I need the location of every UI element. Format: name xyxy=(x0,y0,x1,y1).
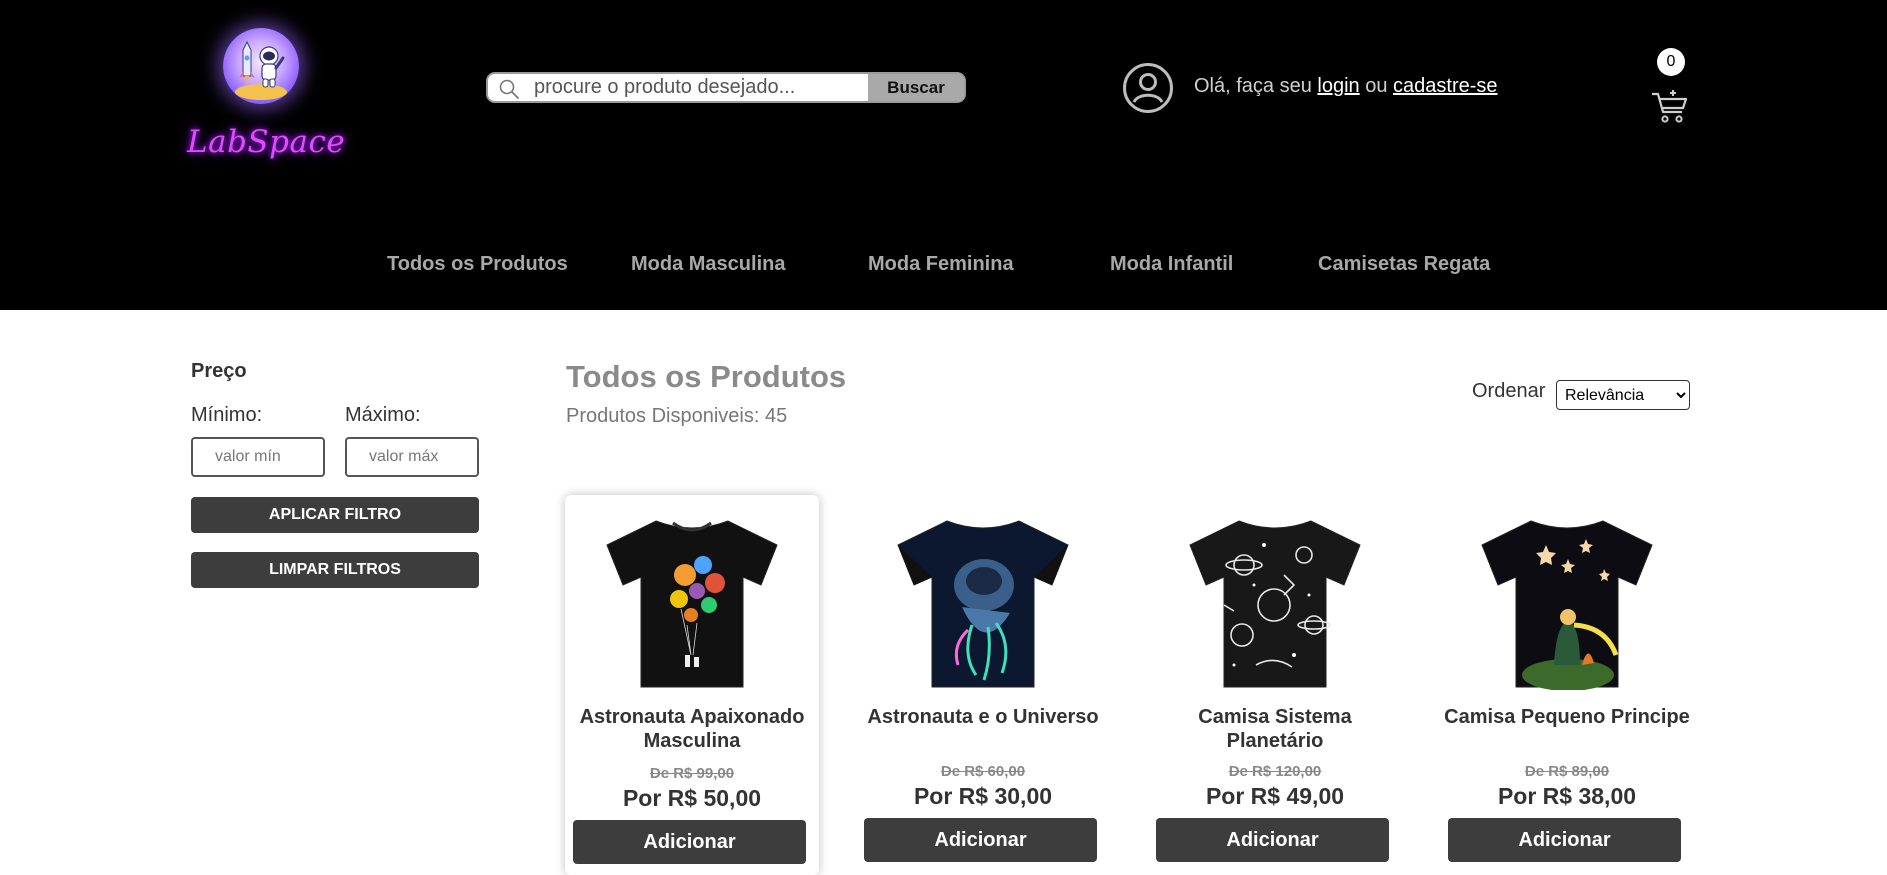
product-old-price: De R$ 120,00 xyxy=(1228,763,1322,780)
min-price-input[interactable] xyxy=(191,437,325,477)
product-count: Produtos Disponiveis: 45 xyxy=(566,405,788,427)
search-icon xyxy=(499,79,519,99)
tshirt-planets-balloons-image xyxy=(606,520,778,688)
min-price-label: Mínimo: xyxy=(191,404,263,426)
nav-kids-fashion[interactable]: Moda Infantil xyxy=(1110,253,1233,276)
shopping-cart-icon[interactable] xyxy=(1651,88,1689,124)
site-header: LabSpace Buscar Olá, faça seu login ou c… xyxy=(0,0,1887,310)
login-link[interactable]: login xyxy=(1317,75,1359,97)
nav-all-products[interactable]: Todos os Produtos xyxy=(387,253,568,276)
astronaut-logo-icon xyxy=(223,28,299,104)
add-to-cart-button[interactable]: Adicionar xyxy=(864,818,1097,862)
product-card[interactable]: Astronauta Apaixonado Masculina De R$ 99… xyxy=(565,495,819,875)
search-button[interactable]: Buscar xyxy=(868,74,964,101)
product-card[interactable]: Camisa Sistema Planetário De R$ 120,00 P… xyxy=(1148,495,1402,875)
logo-text: LabSpace xyxy=(187,124,346,160)
product-name[interactable]: Camisa Sistema Planetário xyxy=(1148,705,1402,753)
product-old-price: De R$ 99,00 xyxy=(649,765,735,782)
apply-filter-button[interactable]: APLICAR FILTRO xyxy=(191,497,479,533)
nav-womens-fashion[interactable]: Moda Feminina xyxy=(868,253,1014,276)
product-old-price: De R$ 89,00 xyxy=(1524,763,1610,780)
search-bar: Buscar xyxy=(486,72,966,103)
product-new-price: Por R$ 38,00 xyxy=(1497,783,1637,809)
clear-filters-button[interactable]: LIMPAR FILTROS xyxy=(191,552,479,588)
nav-mens-fashion[interactable]: Moda Masculina xyxy=(631,253,785,276)
product-new-price: Por R$ 49,00 xyxy=(1205,783,1345,809)
greeting-or: ou xyxy=(1365,75,1388,97)
sort-label: Ordenar xyxy=(1472,380,1546,402)
tshirt-little-prince-image xyxy=(1481,520,1653,690)
product-card[interactable]: Astronauta e o Universo De R$ 60,00 Por … xyxy=(856,495,1110,875)
product-new-price: Por R$ 50,00 xyxy=(622,785,762,811)
user-account-icon[interactable] xyxy=(1122,62,1174,114)
sort-select[interactable]: Relevância xyxy=(1556,380,1690,410)
product-name[interactable]: Camisa Pequeno Principe xyxy=(1440,705,1694,729)
site-logo[interactable]: LabSpace xyxy=(187,24,346,174)
login-greeting: Olá, faça seu login ou cadastre-se xyxy=(1194,75,1498,98)
search-input[interactable] xyxy=(534,74,854,101)
product-new-price: Por R$ 30,00 xyxy=(913,783,1053,809)
cart-count-badge: 0 xyxy=(1657,48,1685,76)
page-title: Todos os Produtos xyxy=(566,359,847,394)
add-to-cart-button[interactable]: Adicionar xyxy=(1448,818,1681,862)
max-price-label: Máximo: xyxy=(345,404,421,426)
tshirt-astronaut-universe-image xyxy=(897,520,1069,688)
category-nav: Todos os Produtos Moda Masculina Moda Fe… xyxy=(0,253,1887,283)
tshirt-planetary-system-image xyxy=(1189,520,1361,688)
nav-tank-tops[interactable]: Camisetas Regata xyxy=(1318,253,1490,276)
signup-link[interactable]: cadastre-se xyxy=(1393,75,1498,97)
greeting-text: Olá, faça seu xyxy=(1194,75,1312,97)
product-old-price: De R$ 60,00 xyxy=(940,763,1026,780)
add-to-cart-button[interactable]: Adicionar xyxy=(573,820,806,864)
product-card[interactable]: Camisa Pequeno Principe De R$ 89,00 Por … xyxy=(1440,495,1694,875)
product-name[interactable]: Astronauta e o Universo xyxy=(856,705,1110,729)
add-to-cart-button[interactable]: Adicionar xyxy=(1156,818,1389,862)
max-price-input[interactable] xyxy=(345,437,479,477)
filter-title: Preço xyxy=(191,360,247,382)
product-name[interactable]: Astronauta Apaixonado Masculina xyxy=(565,705,819,753)
